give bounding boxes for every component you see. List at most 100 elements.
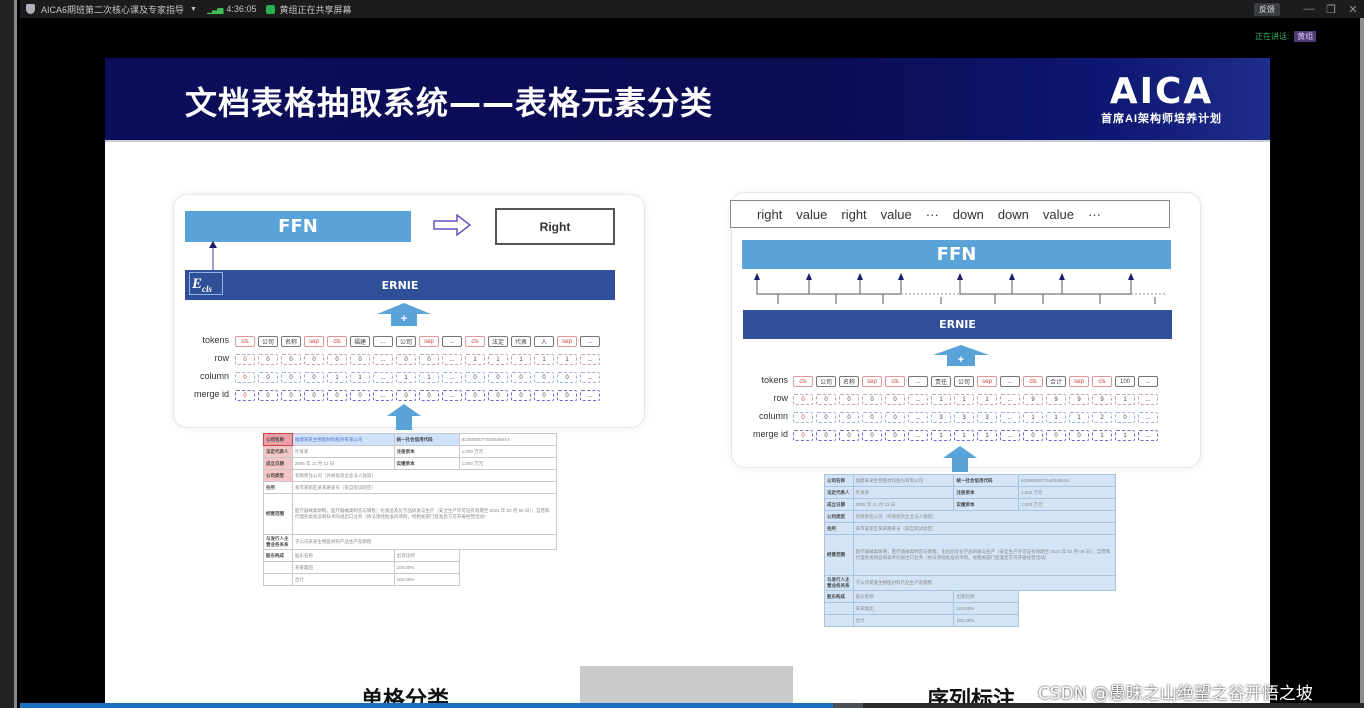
- column-cell: 3: [931, 412, 951, 423]
- restore-icon[interactable]: ❐: [1320, 3, 1342, 16]
- minimize-icon[interactable]: —: [1298, 3, 1320, 15]
- table-cell: 某市某新区某某路某号（某自贸试验区）: [852, 522, 1117, 535]
- table-cell: 成立日期: [263, 457, 293, 470]
- close-icon[interactable]: ✕: [1342, 3, 1364, 16]
- scrollbar[interactable]: [1360, 18, 1364, 708]
- svg-text:+: +: [401, 313, 407, 325]
- table-cell: 2006 年 11 月 13 日: [291, 457, 395, 470]
- logo-main: AICA: [1109, 71, 1214, 112]
- table-cell: 股东构成: [824, 590, 854, 603]
- ernie-block-right: ERNIE: [743, 310, 1172, 339]
- table-row: 公司名称 福建某某生物医材料股份有限公司 统一社会信用代码 9135000077640…: [263, 433, 558, 446]
- table-cell: 法定代表人: [824, 486, 854, 499]
- row-cell: ...: [442, 354, 462, 365]
- tokens-cell: cls: [465, 336, 485, 347]
- feedback-button[interactable]: 反馈: [1254, 2, 1280, 16]
- table-row: 住所 某市某新区某某路某号（某自贸试验区）: [824, 522, 1117, 535]
- table-row: 成立日期 2006 年 11 月 13 日实缴资本 1,000 万元: [824, 498, 1116, 511]
- output-label: value: [1042, 206, 1074, 222]
- row-cell: 0: [281, 354, 301, 365]
- tokens-cell: cls: [235, 336, 255, 347]
- logo-subtitle: 首席AI架构师培养计划: [1101, 113, 1222, 125]
- grid-row-label: row: [773, 393, 788, 403]
- merge-id-cell: 0: [488, 390, 508, 401]
- table-cell: 叶某某: [291, 445, 395, 458]
- row-cell: 0: [419, 354, 439, 365]
- tokens-cell: ...: [373, 336, 393, 347]
- column-cell: 0: [511, 372, 531, 383]
- tokens-cell: 公司: [954, 376, 974, 387]
- sharing-status: 黄组正在共享屏幕: [266, 3, 351, 16]
- table-cell: 某市某新区某某路某号（某自贸试验区）: [291, 481, 558, 494]
- row-cell: 9: [1023, 394, 1043, 405]
- row-cell: ...: [908, 394, 928, 405]
- tokens-cell: sep: [977, 376, 997, 387]
- meeting-info[interactable]: AICA6期班第二次核心课及专家指导 ▼: [20, 3, 197, 16]
- tokens-cell: 名称: [281, 336, 301, 347]
- column-cell: 0: [557, 372, 577, 383]
- merge-id-cell: 0: [885, 430, 905, 441]
- ffn-block-right: FFN: [742, 240, 1171, 269]
- merge-id-cell: 0: [534, 390, 554, 401]
- tokens-cell: sep: [1069, 376, 1089, 387]
- merge-id-cell: 0: [419, 390, 439, 401]
- table-row: 某某集团 100.00%: [263, 561, 557, 574]
- column-cell: 0: [793, 412, 813, 423]
- row-cell: 0: [235, 354, 255, 365]
- row-cell: ...: [1000, 394, 1020, 405]
- merge-id-cell: 1: [954, 430, 974, 441]
- tokens-cell: cls: [327, 336, 347, 347]
- row-cell: 0: [793, 394, 813, 405]
- column-cell: ...: [580, 372, 600, 383]
- column-cell: ...: [442, 372, 462, 383]
- output-label: down: [997, 206, 1029, 222]
- table-cell: 100.00%: [393, 561, 460, 574]
- tokens-cell: 人: [534, 336, 554, 347]
- connector-arrows: [754, 273, 1165, 304]
- table-cell: 股东名称: [852, 590, 955, 603]
- row-cell: 0: [885, 394, 905, 405]
- table-cell: 公司名称: [263, 433, 293, 446]
- table-cell: 经营范围: [824, 534, 854, 576]
- hollow-arrow-icon: [433, 214, 471, 236]
- row-cell: 1: [557, 354, 577, 365]
- table-cell: 股东构成: [263, 549, 293, 562]
- row-cell: 1: [488, 354, 508, 365]
- tokens-cell: 合计: [1046, 376, 1066, 387]
- tokens-cell: cls: [1092, 376, 1112, 387]
- output-right-box: Right: [495, 208, 615, 245]
- up-arrow-icon: [943, 446, 977, 472]
- table-cell: 公司类型: [263, 469, 293, 482]
- table-cell: 统一社会信用代码: [953, 474, 1020, 487]
- table-cell: 1,000 万元: [1018, 498, 1116, 511]
- tokens-cell: sep: [419, 336, 439, 347]
- meeting-timer: ▁▃▅ 4:36:05: [207, 4, 257, 14]
- column-cell: ...: [1138, 412, 1158, 423]
- row-cell: 1: [954, 394, 974, 405]
- left-gutter: [0, 0, 17, 708]
- table-row: 股东构成 股东名称 出资比例: [263, 549, 557, 562]
- column-cell: 0: [885, 412, 905, 423]
- table-row: 经营范围 医疗器械类研制，医疗器械类制造与销售；化妆品及化学品研发与生产（安全生产…: [824, 534, 1117, 576]
- table-cell: 福建某某生物医材料股份有限公司: [291, 433, 395, 446]
- table-cell: 实缴资本: [393, 457, 460, 470]
- row-cell: 1: [1115, 394, 1135, 405]
- table-cell: 1,000 万元: [1018, 486, 1116, 499]
- aica-logo: AICA 首席AI架构师培养计划: [1101, 74, 1222, 126]
- tokens-cell: 福建: [350, 336, 370, 347]
- table-cell: [263, 561, 293, 574]
- screen-share-icon: [266, 4, 276, 14]
- ernie-block: Ecls ERNIE: [185, 270, 615, 300]
- merge-id-cell: 0: [839, 430, 859, 441]
- column-cell: 1: [327, 372, 347, 383]
- chevron-down-icon[interactable]: ▼: [190, 6, 197, 13]
- column-cell: 0: [488, 372, 508, 383]
- table-cell: 与发行人主营业务关系: [263, 534, 293, 550]
- column-cell: 1: [419, 372, 439, 383]
- arrow-up-icon: [209, 241, 217, 271]
- column-cell: 1: [1046, 412, 1066, 423]
- table-cell: 100.00%: [953, 614, 1020, 627]
- tokens-cell: 法定: [488, 336, 508, 347]
- merge-id-cell: 0: [816, 430, 836, 441]
- table-cell: 100.00%: [953, 602, 1020, 615]
